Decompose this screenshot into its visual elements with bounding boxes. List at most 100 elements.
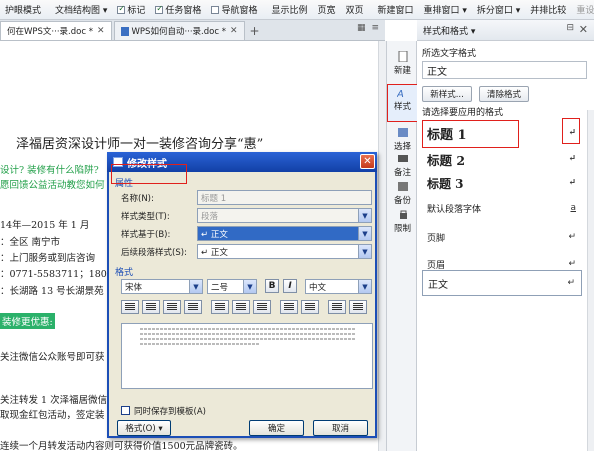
save-template-checkbox[interactable] [121, 406, 130, 415]
doc-line: 连续一个月转发活动内容则可获得价值1500元品牌瓷砖。 [0, 441, 243, 451]
new-window-button[interactable]: 新建窗口 [373, 3, 419, 16]
language-select[interactable]: 中文 ▼ [305, 279, 372, 294]
ok-button[interactable]: 确定 [249, 420, 304, 436]
sidenav-label: 备份 [393, 196, 411, 206]
next-style-label: 后续段落样式(S): [121, 248, 187, 258]
chevron-down-icon[interactable]: ▼ [358, 280, 371, 293]
chevron-down-icon[interactable]: ▼ [358, 209, 371, 222]
preview-text-line [140, 333, 355, 335]
style-item-heading2[interactable]: 标题 2 ↵ [422, 146, 582, 172]
document-scrollbar[interactable] [378, 41, 386, 451]
highlight-box [111, 164, 187, 184]
paragraph-mark-icon: ↵ [567, 278, 575, 288]
sidenav-new[interactable]: 新建 [387, 51, 418, 76]
selected-format-box[interactable]: 正文 [422, 61, 587, 79]
line-spacing-onehalf-icon[interactable] [232, 300, 250, 314]
indent-increase-icon[interactable] [349, 300, 367, 314]
mark-toggle[interactable]: 标记 [112, 3, 150, 16]
italic-button[interactable]: I [283, 279, 297, 293]
taskpane-label: 任务窗格 [165, 6, 202, 16]
doc-line: ：0771-5583711；18078 [0, 269, 119, 280]
font-select[interactable]: 宋体 ▼ [121, 279, 203, 294]
sidenav-backup[interactable]: 备份 [387, 181, 418, 206]
sidenav-styles[interactable]: A 样式 [387, 84, 418, 122]
highlight-box [562, 118, 580, 144]
style-item-footer[interactable]: 页脚 ↵ [422, 224, 582, 250]
language-value: 中文 [309, 282, 327, 293]
split-window-button[interactable]: 拆分窗口 ▾ [472, 3, 525, 16]
new-style-button[interactable]: 新样式... [422, 86, 472, 102]
clear-format-button[interactable]: 清除格式 [479, 86, 529, 102]
close-icon[interactable]: ✕ [97, 26, 105, 36]
styles-icon: A [397, 89, 404, 98]
reset-position-button[interactable]: 重设位 [571, 3, 594, 16]
space-after-icon[interactable] [301, 300, 319, 314]
doc-line: 关注微信公众账号即可获 [0, 352, 105, 363]
close-icon[interactable]: ✕ [230, 26, 238, 36]
doc-line: 愿回馈公益活动教您如何 [0, 180, 105, 191]
doc-tab[interactable]: 何在WPS文···录.doc * ✕ [0, 21, 112, 40]
doc-structure-button[interactable]: 文档结构图 ▾ [50, 3, 112, 16]
paragraph-mark-icon: ↵ [568, 259, 576, 269]
tab-tools: ▦ ≡ [357, 23, 379, 33]
next-style-select[interactable]: ↵ 正文 ▼ [197, 244, 372, 259]
character-mark-icon: a [570, 203, 576, 213]
panel-scrollbar[interactable] [587, 110, 594, 451]
style-name-field[interactable]: 标题 1 [197, 190, 372, 205]
style-item-heading3[interactable]: 标题 3 ↵ [422, 170, 582, 196]
sidenav-select[interactable]: 选择 [387, 127, 418, 152]
indent-decrease-icon[interactable] [328, 300, 346, 314]
view-toolbar: 护眼模式 文档结构图 ▾ 标记 任务窗格 导航窗格 显示比例 页宽 双页 新建窗… [0, 0, 594, 20]
layout-icon[interactable]: ▦ [357, 23, 366, 33]
chevron-down-icon[interactable]: ▼ [358, 245, 371, 258]
taskpane-toggle[interactable]: 任务窗格 [150, 3, 206, 16]
doc-tab-label: WPS如何自动···录.doc * [131, 27, 226, 37]
align-left-icon[interactable] [121, 300, 139, 314]
style-type-select[interactable]: 段落 ▼ [197, 208, 372, 223]
mark-checkbox[interactable] [117, 4, 126, 14]
panel-header[interactable]: 样式和格式 ▾ ⊟ ✕ [417, 20, 594, 41]
zoom-button[interactable]: 显示比例 [266, 3, 312, 16]
preview-text-line [140, 328, 355, 330]
arrange-window-button[interactable]: 重排窗口 ▾ [419, 3, 472, 16]
close-icon[interactable]: ✕ [579, 23, 588, 36]
chevron-down-icon[interactable]: ▼ [243, 280, 256, 293]
align-right-icon[interactable] [163, 300, 181, 314]
line-spacing-single-icon[interactable] [211, 300, 229, 314]
style-item-default-font[interactable]: 默认段落字体 a [422, 195, 582, 221]
navpane-toggle[interactable]: 导航窗格 [206, 3, 262, 16]
document-title: 泽福居资深设计师一对一装修咨询分享“惠” [16, 137, 264, 152]
task-sidenav: 新建 A 样式 选择 备注 备份 限制 [386, 41, 418, 451]
add-tab-icon[interactable]: + [247, 21, 263, 40]
style-name: 页眉 [427, 260, 446, 271]
doc-tab[interactable]: WPS如何自动···录.doc * ✕ [113, 21, 245, 40]
save-template-label: 同时保存到模板(A) [134, 407, 206, 417]
based-on-select[interactable]: ↵ 正文 ▼ [197, 226, 372, 241]
close-icon[interactable]: ✕ [360, 154, 375, 169]
compare-button[interactable]: 并排比较 [525, 3, 571, 16]
based-on-value: ↵ 正文 [201, 229, 228, 240]
align-center-icon[interactable] [142, 300, 160, 314]
align-justify-icon[interactable] [184, 300, 202, 314]
preview-text-line [140, 338, 355, 340]
style-item-normal[interactable]: 正文 ↵ [422, 270, 582, 296]
menu-icon[interactable]: ≡ [371, 23, 379, 33]
bold-button[interactable]: B [265, 279, 279, 293]
sidenav-notes[interactable]: 备注 [387, 153, 418, 178]
chevron-down-icon[interactable]: ▼ [358, 227, 371, 240]
font-size-select[interactable]: 二号 ▼ [207, 279, 257, 294]
page-width-button[interactable]: 页宽 [312, 3, 340, 16]
navpane-checkbox[interactable] [211, 5, 220, 14]
style-name: 默认段落字体 [427, 204, 482, 215]
line-spacing-double-icon[interactable] [253, 300, 271, 314]
space-before-icon[interactable] [280, 300, 298, 314]
pin-icon[interactable]: ⊟ [566, 23, 574, 33]
doc-highlight-line: 装修更优惠: [0, 313, 55, 329]
two-page-button[interactable]: 双页 [340, 3, 368, 16]
taskpane-checkbox[interactable] [155, 4, 164, 14]
format-menu-button[interactable]: 格式(O) ▾ [117, 420, 171, 436]
eye-protection-button[interactable]: 护眼模式 [0, 3, 46, 16]
cancel-button[interactable]: 取消 [313, 420, 368, 436]
sidenav-restrict[interactable]: 限制 [387, 209, 418, 234]
chevron-down-icon[interactable]: ▼ [189, 280, 202, 293]
